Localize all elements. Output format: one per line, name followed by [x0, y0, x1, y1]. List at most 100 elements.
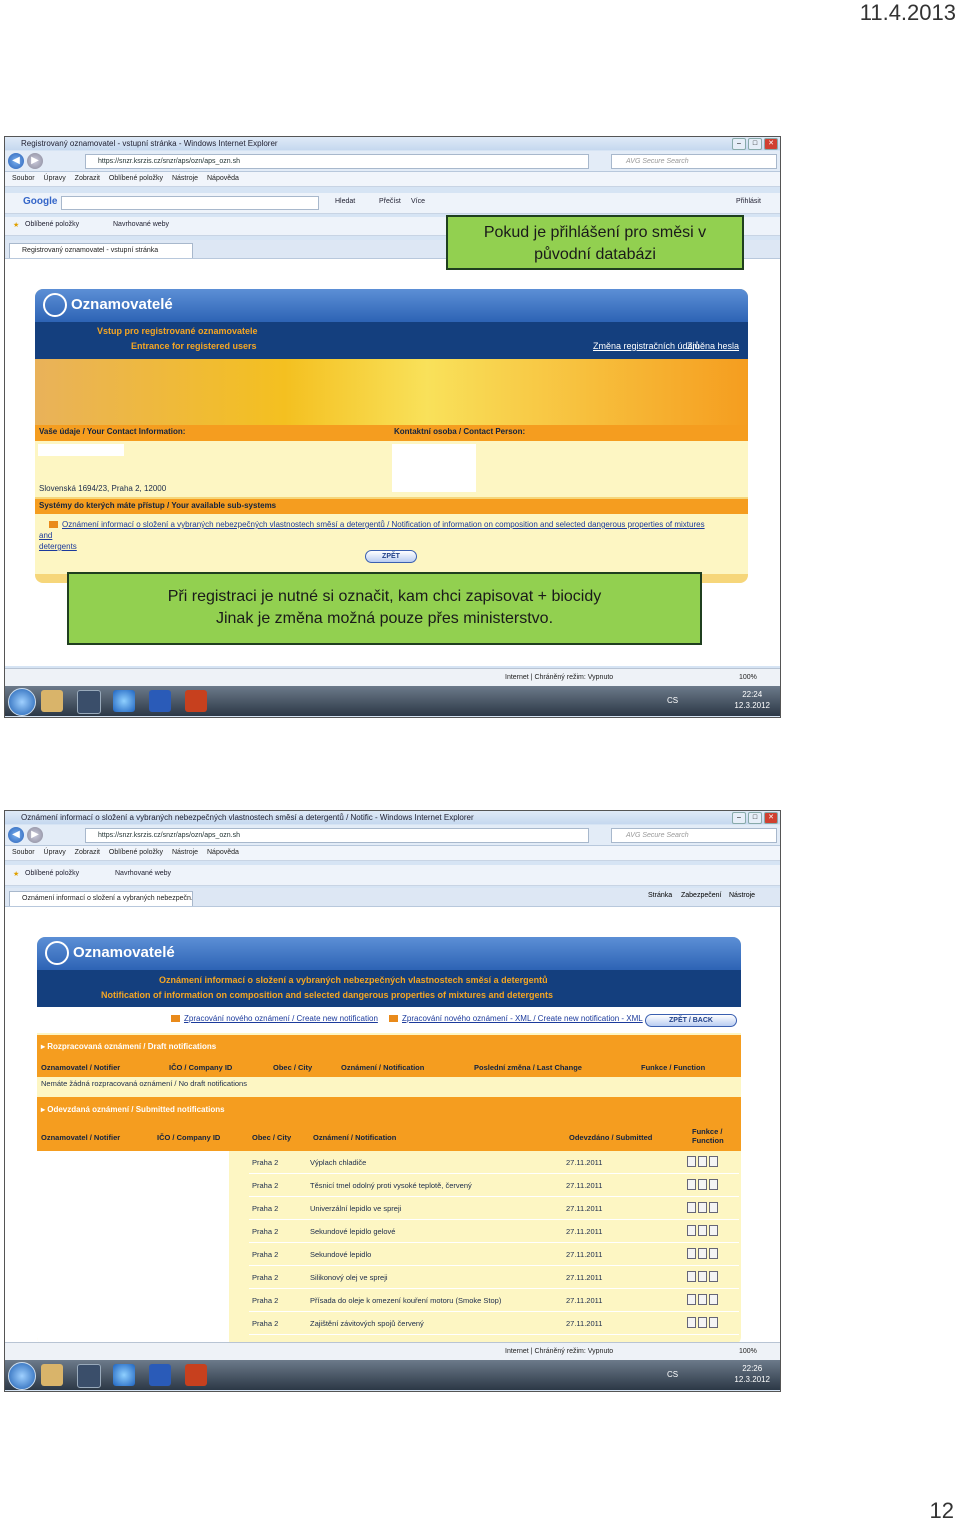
table-row[interactable]: Praha 2 Výplach chladiče 27.11.2011 [249, 1151, 739, 1174]
google-search-input[interactable] [61, 196, 319, 210]
print-icon[interactable] [709, 1247, 718, 1259]
table-row[interactable]: Praha 2 Sekundové lepidlo 27.11.2011 [249, 1242, 739, 1266]
url-field[interactable]: https://snzr.ksrzis.cz/snzr/aps/ozn/aps_… [85, 828, 589, 843]
maximize-button[interactable]: □ [748, 138, 762, 150]
table-row[interactable]: Praha 2 Univerzální lepidlo ve spreji 27.1… [249, 1196, 739, 1220]
suggested-sites-button[interactable]: Navrhované weby [113, 221, 169, 228]
search-input[interactable]: AVG Secure Search [611, 828, 777, 843]
create-notification-link[interactable]: Zpracování nového oznámení / Create new … [184, 1014, 378, 1023]
print-icon[interactable] [709, 1178, 718, 1190]
back-button[interactable]: ZPĚT / BACK [645, 1014, 737, 1027]
start-button[interactable] [8, 688, 36, 716]
copy-icon[interactable] [698, 1293, 707, 1305]
forward-icon[interactable]: ▶ [27, 153, 43, 169]
change-password-link[interactable]: Změna hesla [687, 341, 739, 351]
view-icon[interactable] [687, 1178, 696, 1190]
copy-icon[interactable] [698, 1224, 707, 1236]
close-button[interactable]: ✕ [764, 138, 778, 150]
print-icon[interactable] [709, 1155, 718, 1167]
search-input[interactable]: AVG Secure Search [611, 154, 777, 169]
view-icon[interactable] [687, 1201, 696, 1213]
clock[interactable]: 22:24 12.3.2012 [734, 689, 770, 711]
word-icon[interactable] [149, 690, 171, 712]
menu-napoveda[interactable]: Nápověda [207, 175, 239, 182]
powerpoint-icon[interactable] [185, 690, 207, 712]
app-frame: Oznamovatelé Oznámení informací o složen… [37, 937, 741, 1345]
page-menu[interactable]: Stránka [648, 892, 672, 899]
change-registration-link[interactable]: Změna registračních údajů [593, 341, 700, 351]
menu-oblibene[interactable]: Oblíbené položky [109, 849, 163, 856]
print-icon[interactable] [709, 1201, 718, 1213]
zoom-level[interactable]: 100% [739, 1343, 757, 1360]
copy-icon[interactable] [698, 1247, 707, 1259]
menu-zobrazit[interactable]: Zobrazit [75, 849, 100, 856]
url-field[interactable]: https://snzr.ksrzis.cz/snzr/aps/ozn/aps_… [85, 154, 589, 169]
menu-upravy[interactable]: Úpravy [44, 849, 66, 856]
explorer-icon[interactable] [41, 690, 63, 712]
forward-icon[interactable]: ▶ [27, 827, 43, 843]
suggested-sites-button[interactable]: Navrhované weby [115, 870, 171, 877]
subsystem-link-cont[interactable]: detergents [39, 542, 77, 551]
google-hledat-button[interactable]: Hledat [335, 198, 355, 205]
view-icon[interactable] [687, 1316, 696, 1328]
minimize-button[interactable]: – [732, 138, 746, 150]
internet-explorer-icon[interactable] [113, 690, 135, 712]
language-indicator[interactable]: CS [667, 1370, 678, 1379]
google-precist-button[interactable]: Přečíst [379, 198, 401, 205]
print-icon[interactable] [709, 1224, 718, 1236]
menu-nastroje[interactable]: Nástroje [172, 175, 198, 182]
start-button[interactable] [8, 1362, 36, 1390]
view-icon[interactable] [687, 1247, 696, 1259]
menu-oblibene[interactable]: Oblíbené položky [109, 175, 163, 182]
table-row[interactable]: Praha 2 Přísada do oleje k omezení kouřen… [249, 1288, 739, 1312]
menu-soubor[interactable]: Soubor [12, 849, 35, 856]
explorer-icon[interactable] [41, 1364, 63, 1386]
zoom-level[interactable]: 100% [739, 669, 757, 686]
table-row[interactable]: Praha 2 Sekundové lepidlo gelové 27.11.201… [249, 1219, 739, 1243]
view-icon[interactable] [687, 1270, 696, 1282]
tab-login[interactable]: Registrovaný oznamovatel - vstupní strán… [9, 243, 193, 258]
media-player-icon[interactable] [77, 1364, 101, 1388]
internet-explorer-icon[interactable] [113, 1364, 135, 1386]
create-notification-xml-link[interactable]: Zpracování nového oznámení - XML / Creat… [402, 1014, 643, 1023]
menu-soubor[interactable]: Soubor [12, 175, 35, 182]
favorites-button[interactable]: Oblíbené položky [25, 221, 79, 228]
google-prihlasit-button[interactable]: Přihlásit [736, 198, 761, 205]
print-icon[interactable] [709, 1270, 718, 1282]
back-icon[interactable]: ◀ [8, 153, 24, 169]
menu-upravy[interactable]: Úpravy [44, 175, 66, 182]
copy-icon[interactable] [698, 1270, 707, 1282]
copy-icon[interactable] [698, 1316, 707, 1328]
print-icon[interactable] [709, 1316, 718, 1328]
row-functions [684, 1311, 739, 1335]
minimize-button[interactable]: – [732, 812, 746, 824]
close-button[interactable]: ✕ [764, 812, 778, 824]
back-icon[interactable]: ◀ [8, 827, 24, 843]
tools-menu[interactable]: Nástroje [729, 892, 755, 899]
print-icon[interactable] [709, 1293, 718, 1305]
menu-nastroje[interactable]: Nástroje [172, 849, 198, 856]
maximize-button[interactable]: □ [748, 812, 762, 824]
language-indicator[interactable]: CS [667, 696, 678, 705]
copy-icon[interactable] [698, 1155, 707, 1167]
copy-icon[interactable] [698, 1178, 707, 1190]
table-row[interactable]: Praha 2 Silikonový olej ve spreji 27.11.20… [249, 1265, 739, 1289]
back-button[interactable]: ZPĚT [365, 550, 417, 563]
media-player-icon[interactable] [77, 690, 101, 714]
subsystem-link[interactable]: Oznámení informací o složení a vybraných… [39, 520, 705, 540]
copy-icon[interactable] [698, 1201, 707, 1213]
view-icon[interactable] [687, 1155, 696, 1167]
menu-napoveda[interactable]: Nápověda [207, 849, 239, 856]
table-row[interactable]: Praha 2 Těsnicí tmel odolný proti vysoké … [249, 1173, 739, 1197]
clock[interactable]: 22:26 12.3.2012 [734, 1363, 770, 1385]
table-row[interactable]: Praha 2 Zajištění závitových spojů červen… [249, 1311, 739, 1335]
menu-zobrazit[interactable]: Zobrazit [75, 175, 100, 182]
view-icon[interactable] [687, 1293, 696, 1305]
powerpoint-icon[interactable] [185, 1364, 207, 1386]
word-icon[interactable] [149, 1364, 171, 1386]
security-menu[interactable]: Zabezpečení [681, 892, 721, 899]
view-icon[interactable] [687, 1224, 696, 1236]
tab-notifications[interactable]: Oznámení informací o složení a vybraných… [9, 891, 193, 906]
favorites-button[interactable]: Oblíbené položky [25, 870, 79, 877]
google-vice-button[interactable]: Více [411, 198, 425, 205]
